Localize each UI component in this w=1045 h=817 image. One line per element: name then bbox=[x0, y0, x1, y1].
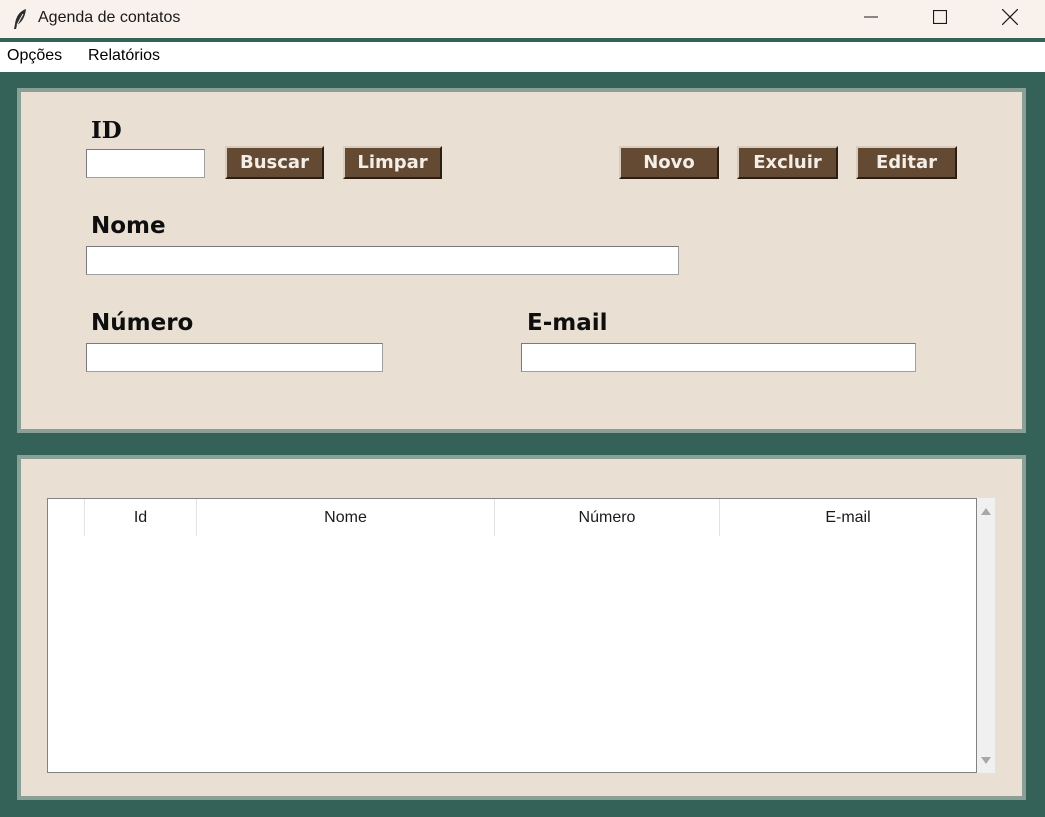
id-label: ID bbox=[91, 117, 122, 144]
table-scrollbar[interactable] bbox=[977, 498, 995, 773]
close-icon bbox=[1001, 8, 1019, 30]
nome-label: Nome bbox=[91, 213, 166, 239]
numero-input[interactable] bbox=[86, 343, 383, 372]
column-header-id[interactable]: Id bbox=[85, 499, 197, 536]
email-input[interactable] bbox=[521, 343, 916, 372]
title-bar: Agenda de contatos bbox=[0, 0, 1045, 38]
menu-bar: Opções Relatórios bbox=[0, 42, 1045, 72]
minimize-button[interactable] bbox=[836, 0, 906, 38]
maximize-icon bbox=[932, 9, 948, 29]
maximize-button[interactable] bbox=[905, 0, 975, 38]
menu-opcoes[interactable]: Opções bbox=[7, 47, 62, 65]
excluir-button[interactable]: Excluir bbox=[737, 146, 838, 179]
column-header-numero[interactable]: Número bbox=[495, 499, 720, 536]
scroll-up-arrow-icon[interactable] bbox=[977, 502, 995, 520]
minimize-icon bbox=[864, 10, 878, 29]
menu-relatorios[interactable]: Relatórios bbox=[88, 47, 160, 65]
nome-input[interactable] bbox=[86, 246, 679, 275]
column-header-nome[interactable]: Nome bbox=[197, 499, 495, 536]
editar-button[interactable]: Editar bbox=[856, 146, 957, 179]
close-button[interactable] bbox=[975, 0, 1045, 38]
contacts-table[interactable]: Id Nome Número E-mail bbox=[47, 498, 977, 773]
table-header: Id Nome Número E-mail bbox=[48, 499, 976, 537]
feather-icon bbox=[11, 8, 29, 30]
column-header-tree[interactable] bbox=[48, 499, 85, 536]
buscar-button[interactable]: Buscar bbox=[225, 146, 324, 179]
scroll-down-arrow-icon[interactable] bbox=[977, 751, 995, 769]
window-title: Agenda de contatos bbox=[38, 9, 181, 26]
limpar-button[interactable]: Limpar bbox=[343, 146, 442, 179]
novo-button[interactable]: Novo bbox=[619, 146, 719, 179]
numero-label: Número bbox=[91, 310, 194, 336]
email-label: E-mail bbox=[527, 310, 608, 336]
id-input[interactable] bbox=[86, 149, 205, 178]
column-header-email[interactable]: E-mail bbox=[720, 499, 976, 536]
